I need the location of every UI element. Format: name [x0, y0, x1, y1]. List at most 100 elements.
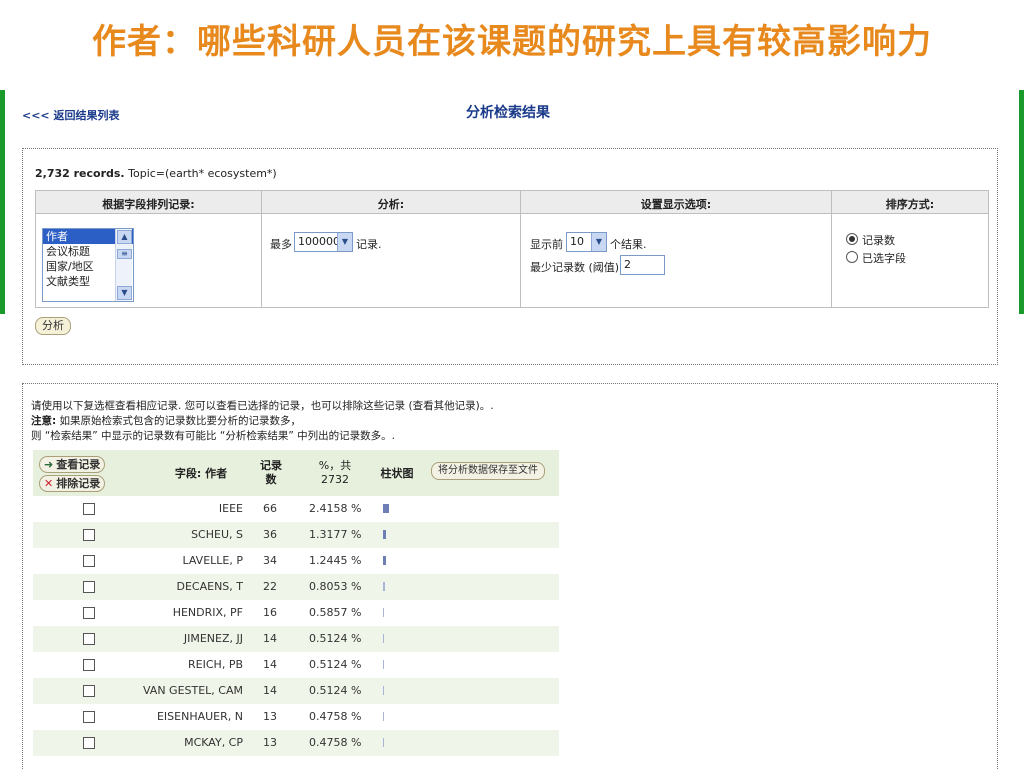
- min-records-label: 最少记录数 (阈值):: [530, 261, 623, 274]
- scroll-down-icon[interactable]: ▼: [117, 286, 132, 300]
- bar-mark: [383, 582, 385, 591]
- percent-cell: 2.4158 %: [309, 502, 362, 515]
- record-count-cell: 14: [263, 658, 277, 671]
- max-records-select[interactable]: 100000 ▼: [294, 232, 353, 252]
- row-checkbox[interactable]: [83, 737, 95, 749]
- arrow-right-icon: ➜: [44, 458, 54, 471]
- percent-cell: 0.4758 %: [309, 736, 362, 749]
- max-records-value: 100000: [298, 235, 340, 248]
- record-count-cell: 14: [263, 632, 277, 645]
- record-count-cell: 13: [263, 736, 277, 749]
- view-records-button[interactable]: ➜ 查看记录: [39, 456, 106, 473]
- bar-mark: [383, 738, 384, 747]
- row-checkbox[interactable]: [83, 659, 95, 671]
- min-records-input[interactable]: 2: [620, 255, 665, 275]
- percent-cell: 0.5124 %: [309, 684, 362, 697]
- row-checkbox[interactable]: [83, 711, 95, 723]
- bar-mark: [383, 712, 384, 721]
- screenshot-area: <<< 返回结果列表 分析检索结果 2,732 records. Topic=(…: [16, 90, 1019, 769]
- author-name: JIMENEZ, JJ: [183, 632, 243, 645]
- notes-line-2: 注意: 如果原始检索式包含的记录数比要分析的记录数多，: [31, 413, 301, 428]
- green-accent-left: [0, 90, 5, 314]
- divider: [520, 191, 521, 307]
- max-suffix: 记录.: [356, 238, 382, 251]
- bar-mark: [383, 660, 384, 669]
- max-prefix: 最多: [270, 238, 292, 251]
- table-row: EISENHAUER, N 13 0.4758 %: [33, 704, 559, 730]
- table-row: REICH, PB 14 0.5124 %: [33, 652, 559, 678]
- save-to-file-button[interactable]: 将分析数据保存至文件: [431, 462, 545, 480]
- notes-text: 如果原始检索式包含的记录数比要分析的记录数多，: [56, 415, 302, 427]
- table-row: IEEE 66 2.4158 %: [33, 496, 559, 522]
- show-top-value: 10: [570, 235, 584, 248]
- author-name: EISENHAUER, N: [156, 710, 243, 723]
- row-checkbox[interactable]: [83, 685, 95, 697]
- results-panel: 请使用以下复选框查看相应记录. 您可以查看已选择的记录，也可以排除这些记录 (查…: [22, 383, 998, 769]
- table-row: DECAENS, T 22 0.8053 %: [33, 574, 559, 600]
- row-checkbox[interactable]: [83, 581, 95, 593]
- bar-mark: [383, 686, 384, 695]
- exclude-records-button[interactable]: ✕ 排除记录: [39, 475, 106, 492]
- row-checkbox[interactable]: [83, 529, 95, 541]
- options-header: 根据字段排列记录: 分析: 设置显示选项: 排序方式:: [36, 191, 988, 214]
- author-name: LAVELLE, P: [182, 554, 243, 567]
- slide-title: 作者：哪些科研人员在该课题的研究上具有较高影响力: [92, 22, 932, 62]
- analysis-options-panel: 2,732 records. Topic=(earth* ecosystem*)…: [22, 148, 998, 365]
- header-rank-field: 根据字段排列记录:: [102, 198, 195, 211]
- analyze-button[interactable]: 分析: [35, 317, 71, 335]
- row-checkbox[interactable]: [83, 503, 95, 515]
- chevron-down-icon: ▼: [591, 233, 606, 251]
- bar-mark: [383, 556, 386, 565]
- rank-field-listbox[interactable]: 作者 会议标题 国家/地区 文献类型 ▲ ≡ ▼: [42, 228, 134, 302]
- header-sort-by: 排序方式:: [885, 198, 935, 211]
- table-row: VAN GESTEL, CAM 14 0.5124 %: [33, 678, 559, 704]
- col-count-line-2: 数: [265, 473, 277, 486]
- divider: [261, 191, 262, 307]
- show-top-select[interactable]: 10 ▼: [566, 232, 607, 252]
- record-count-cell: 16: [263, 606, 277, 619]
- table-row: HENDRIX, PF 16 0.5857 %: [33, 600, 559, 626]
- close-icon: ✕: [44, 477, 54, 490]
- sort-by-field-label: 已选字段: [862, 252, 906, 265]
- listbox-scrollbar[interactable]: ▲ ≡ ▼: [115, 229, 132, 301]
- percent-cell: 0.8053 %: [309, 580, 362, 593]
- back-to-results-link[interactable]: <<< 返回结果列表: [22, 107, 119, 123]
- search-query: Topic=(earth* ecosystem*): [128, 167, 277, 180]
- view-records-label: 查看记录: [56, 458, 101, 471]
- record-count-cell: 14: [263, 684, 277, 697]
- percent-cell: 0.5124 %: [309, 632, 362, 645]
- author-name: MCKAY, CP: [184, 736, 243, 749]
- percent-cell: 0.5124 %: [309, 658, 362, 671]
- scroll-up-icon[interactable]: ▲: [117, 230, 132, 244]
- sort-by-count-radio[interactable]: [846, 233, 858, 245]
- record-count-cell: 22: [263, 580, 277, 593]
- author-name: HENDRIX, PF: [172, 606, 243, 619]
- percent-cell: 1.3177 %: [309, 528, 362, 541]
- record-count-cell: 34: [263, 554, 277, 567]
- exclude-records-label: 排除记录: [56, 477, 101, 490]
- options-table: 根据字段排列记录: 分析: 设置显示选项: 排序方式: 作者 会议标题 国家/地区文…: [35, 190, 989, 308]
- bar-mark: [383, 608, 384, 617]
- row-checkbox[interactable]: [83, 633, 95, 645]
- col-pct-header: %，共 2732: [303, 459, 367, 487]
- row-checkbox[interactable]: [83, 607, 95, 619]
- row-checkbox[interactable]: [83, 555, 95, 567]
- record-count-cell: 13: [263, 710, 277, 723]
- sort-by-count-label: 记录数: [862, 234, 895, 247]
- notes-line-1: 请使用以下复选框查看相应记录. 您可以查看已选择的记录，也可以排除这些记录 (查…: [31, 400, 494, 412]
- page-heading: 分析检索结果: [466, 105, 550, 121]
- col-count-line-1: 记录: [260, 459, 282, 472]
- table-row: LAVELLE, P 34 1.2445 %: [33, 548, 559, 574]
- table-row: SCHEU, S 36 1.3177 %: [33, 522, 559, 548]
- sort-by-field-radio[interactable]: [846, 251, 858, 263]
- record-count-cell: 36: [263, 528, 277, 541]
- scroll-thumb[interactable]: ≡: [117, 249, 132, 259]
- table-row: MCKAY, CP 13 0.4758 %: [33, 730, 559, 756]
- show-suffix: 个结果.: [610, 238, 647, 251]
- header-display-options: 设置显示选项:: [640, 198, 712, 211]
- notes-label: 注意:: [31, 415, 57, 427]
- author-name: DECAENS, T: [176, 580, 244, 593]
- header-analyze: 分析:: [377, 198, 405, 211]
- col-count-header: 记录 数: [249, 459, 293, 487]
- results-header: ➜ 查看记录 ✕ 排除记录 字段: 作者 记录 数 %，共 2732 柱状图 将分析…: [33, 450, 559, 496]
